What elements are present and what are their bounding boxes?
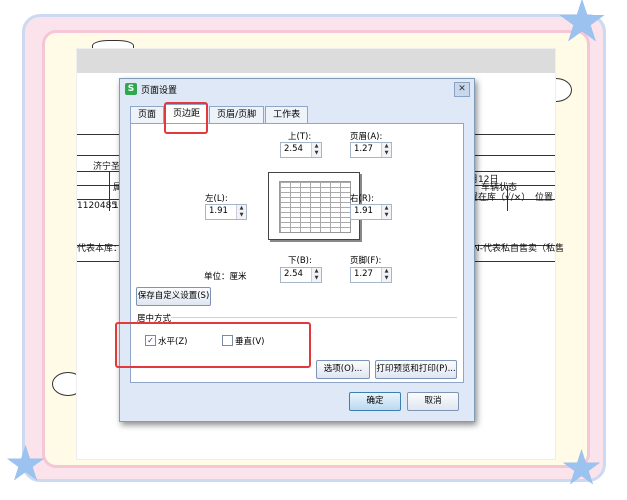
spin-down-icon[interactable]: ▼ <box>312 150 321 157</box>
star-decoration-icon: ★ <box>556 0 608 55</box>
bottom-margin-stepper[interactable]: 2.54 ▲ ▼ <box>280 267 322 283</box>
unit-label: 单位：厘米 <box>204 272 247 282</box>
dialog-title: 页面设置 <box>141 86 178 96</box>
spin-down-icon[interactable]: ▼ <box>382 150 391 157</box>
footer-margin-label: 页脚(F): <box>350 256 382 266</box>
doc-cell-text: N-代表私自售卖（私售 <box>473 244 564 254</box>
right-margin-stepper[interactable]: 1.91 ▲ ▼ <box>350 204 392 220</box>
footer-margin-stepper[interactable]: 1.27 ▲ ▼ <box>350 267 392 283</box>
doc-cell-text: 置在库（√/×） <box>469 193 531 203</box>
tab-page[interactable]: 页面 <box>130 106 165 123</box>
spin-up-icon[interactable]: ▲ <box>382 143 391 150</box>
spin-down-icon[interactable]: ▼ <box>382 212 391 219</box>
right-margin-value[interactable]: 1.91 <box>354 206 373 216</box>
options-button[interactable]: 选项(O)... <box>316 360 370 379</box>
top-margin-value[interactable]: 2.54 <box>284 144 303 154</box>
header-margin-label: 页眉(A): <box>350 132 383 142</box>
star-decoration-icon: ★ <box>4 436 48 492</box>
document-header-band <box>77 49 555 73</box>
left-margin-stepper[interactable]: 1.91 ▲ ▼ <box>205 204 247 220</box>
star-decoration-icon: ★ <box>560 440 604 496</box>
wps-logo-icon: S <box>125 83 137 95</box>
section-divider <box>171 317 457 318</box>
footer-margin-value[interactable]: 1.27 <box>354 269 373 279</box>
spin-up-icon[interactable]: ▲ <box>382 205 391 212</box>
spin-down-icon[interactable]: ▼ <box>237 212 246 219</box>
doc-cell-text: 1120485 <box>77 201 118 211</box>
margin-preview <box>268 172 360 240</box>
tab-header-footer[interactable]: 页眉/页脚 <box>209 106 265 123</box>
left-margin-value[interactable]: 1.91 <box>209 206 228 216</box>
bottom-margin-label: 下(B): <box>288 256 312 266</box>
spin-up-icon[interactable]: ▲ <box>382 268 391 275</box>
left-margin-label: 左(L): <box>205 194 228 204</box>
tab-worksheet[interactable]: 工作表 <box>265 106 309 123</box>
spin-up-icon[interactable]: ▲ <box>312 143 321 150</box>
spin-down-icon[interactable]: ▼ <box>382 275 391 282</box>
save-custom-settings-button[interactable]: 保存自定义设置(S) <box>136 287 211 306</box>
doc-cell-text: 位置 <box>535 193 554 203</box>
right-margin-label: 右(R): <box>350 194 374 204</box>
print-preview-button[interactable]: 打印预览和打印(P)... <box>375 360 457 379</box>
cancel-button[interactable]: 取消 <box>407 392 459 411</box>
spin-up-icon[interactable]: ▲ <box>312 268 321 275</box>
top-margin-stepper[interactable]: 2.54 ▲ ▼ <box>280 142 322 158</box>
header-margin-value[interactable]: 1.27 <box>354 144 373 154</box>
close-button[interactable]: ✕ <box>454 82 470 97</box>
bottom-margin-value[interactable]: 2.54 <box>284 269 303 279</box>
highlight-box-margins-tab <box>164 102 208 134</box>
header-margin-stepper[interactable]: 1.27 ▲ ▼ <box>350 142 392 158</box>
doc-cell-text: 济宁圣 <box>93 162 121 172</box>
spin-down-icon[interactable]: ▼ <box>312 275 321 282</box>
dialog-titlebar[interactable]: S 页面设置 ✕ <box>120 79 474 99</box>
highlight-box-center-options <box>115 322 311 368</box>
top-margin-label: 上(T): <box>288 132 312 142</box>
tab-bar: 页面 页边距 页眉/页脚 工作表 <box>130 104 309 124</box>
preview-grid <box>279 181 351 233</box>
spin-up-icon[interactable]: ▲ <box>237 205 246 212</box>
ok-button[interactable]: 确定 <box>349 392 401 411</box>
